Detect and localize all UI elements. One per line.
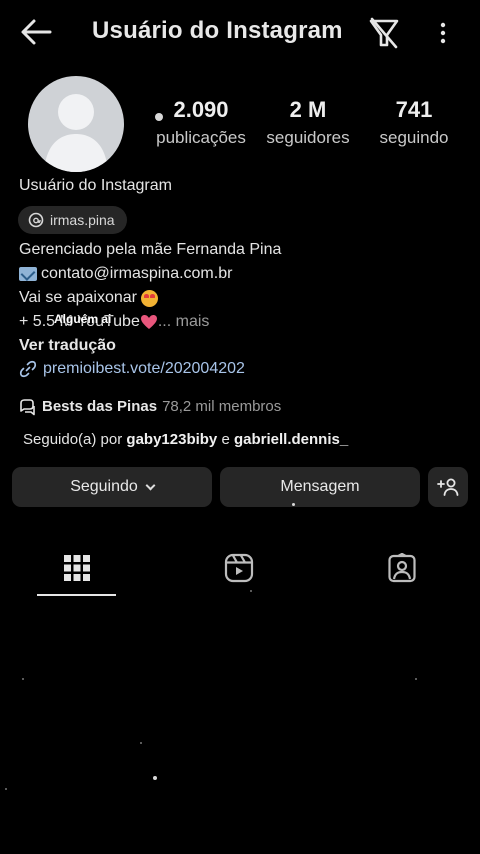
threads-handle: irmas.pina xyxy=(50,212,115,228)
decorative-dot xyxy=(155,113,163,121)
followers-count: 2 M xyxy=(289,97,327,122)
followed-by-joiner: e xyxy=(217,431,234,448)
heart-eyes-emoji-icon xyxy=(141,289,158,307)
decorative-dot xyxy=(292,503,295,506)
bio-line: + 5.5 M YouTube ... mais xyxy=(19,313,209,331)
heart-emoji-icon xyxy=(140,315,157,329)
page-title: Usuário do Instagram xyxy=(92,17,343,44)
followed-by-prefix: Seguido(a) por xyxy=(23,431,127,448)
followers-label: seguidores xyxy=(266,128,350,147)
decorative-dot xyxy=(153,776,157,780)
channel-members: 78,2 mil membros xyxy=(162,398,282,415)
back-arrow-icon[interactable] xyxy=(18,16,54,48)
following-button-label: Seguindo xyxy=(70,478,138,495)
link-icon xyxy=(19,360,37,378)
followed-by-user: gabriell.dennis_ xyxy=(233,431,349,448)
decorative-dot xyxy=(250,590,252,592)
decorative-dot xyxy=(140,742,142,744)
followed-by-user: gaby123biby xyxy=(126,431,218,448)
chevron-down-icon xyxy=(145,480,156,490)
see-translation-link[interactable]: Ver tradução xyxy=(19,337,116,355)
following-button[interactable]: Seguindo xyxy=(12,467,212,507)
add-person-icon xyxy=(437,478,459,496)
posts-label: publicações xyxy=(156,128,246,147)
top-bar: Usuário do Instagram xyxy=(0,0,480,64)
threads-badge[interactable]: irmas.pina xyxy=(18,206,127,234)
profile-link-text: premioibest.vote/202004202 xyxy=(43,360,245,377)
grid-icon xyxy=(64,555,90,581)
message-button-label: Mensagem xyxy=(280,478,360,495)
tagged-icon xyxy=(388,553,416,583)
profile-name: Usuário do Instagram xyxy=(19,177,172,194)
decorative-dot xyxy=(5,788,7,790)
threads-icon xyxy=(28,212,44,228)
reels-icon xyxy=(224,553,254,583)
followed-by[interactable]: Seguido(a) por gaby123biby e gabriell.de… xyxy=(23,431,348,448)
broadcast-channel[interactable]: Bests das Pinas 78,2 mil membros xyxy=(18,397,281,416)
bio-email-row: contato@irmaspina.com.br xyxy=(19,265,232,283)
broadcast-channel-icon xyxy=(20,399,35,416)
email-icon xyxy=(19,267,37,281)
avatar[interactable] xyxy=(28,76,124,172)
suggest-users-button[interactable] xyxy=(428,467,468,507)
followers-stat[interactable]: 2 M seguidores xyxy=(264,97,352,149)
posts-count: 2.090 xyxy=(173,97,229,122)
tab-reels[interactable] xyxy=(199,540,279,596)
bio-more-link[interactable]: ... mais xyxy=(158,313,210,331)
bio-text: Vai se apaixonar xyxy=(19,289,137,306)
bio-line: Vai se apaixonar xyxy=(19,289,158,307)
decorative-dot xyxy=(22,678,24,680)
more-options-icon[interactable] xyxy=(432,18,454,48)
profile-link[interactable]: premioibest.vote/202004202 xyxy=(19,360,245,378)
decorative-dot xyxy=(415,678,417,680)
following-label: seguindo xyxy=(379,128,449,147)
following-stat[interactable]: 741 seguindo xyxy=(376,97,452,149)
video-caption-overlay: Alguém ai xyxy=(54,312,112,326)
bio-email: contato@irmaspina.com.br xyxy=(41,265,233,282)
active-tab-indicator xyxy=(37,594,116,596)
notification-bell-off-icon[interactable] xyxy=(366,16,402,50)
message-button[interactable]: Mensagem xyxy=(220,467,420,507)
default-avatar-silhouette-icon xyxy=(44,94,108,172)
following-count: 741 xyxy=(395,97,433,122)
posts-stat[interactable]: 2.090 publicações xyxy=(153,97,249,149)
tab-tagged[interactable] xyxy=(362,540,442,596)
tab-posts-grid[interactable] xyxy=(37,540,117,596)
bio-line: Gerenciado pela mãe Fernanda Pina xyxy=(19,241,282,258)
profile-tabs xyxy=(0,540,480,600)
channel-name: Bests das Pinas xyxy=(42,398,158,415)
